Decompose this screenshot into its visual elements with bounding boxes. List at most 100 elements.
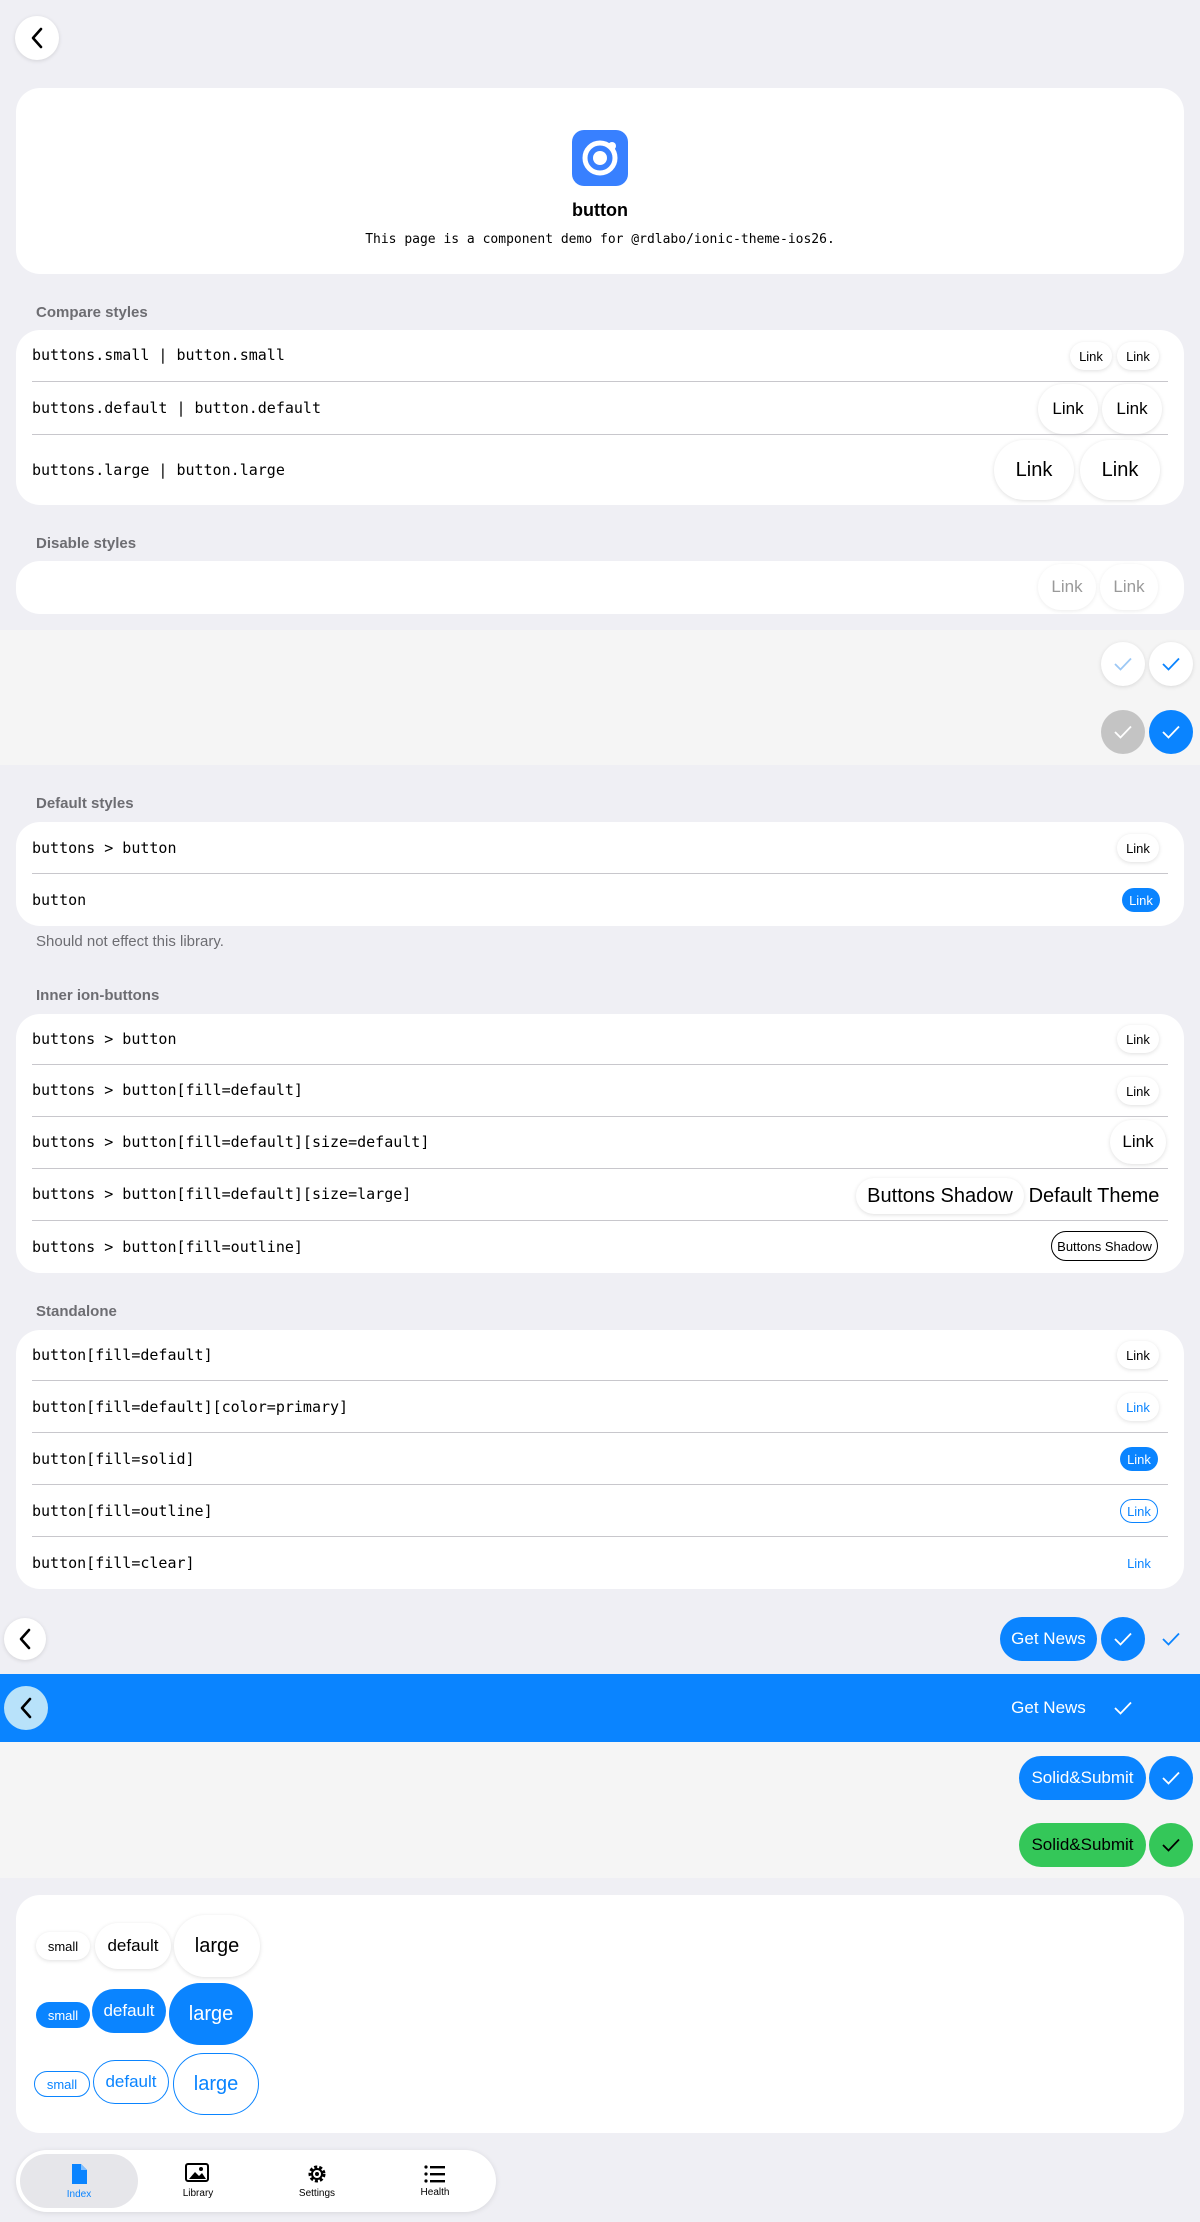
inner-buttons-card: buttons > button Link buttons > button[f… (16, 1014, 1184, 1273)
solid-submit-button-success[interactable]: Solid&Submit (1019, 1823, 1146, 1867)
link-button-solid[interactable]: Link (1120, 1447, 1158, 1471)
back-button[interactable] (15, 16, 59, 60)
row-label: button[fill=clear] (32, 1554, 195, 1572)
checkmark-icon (1162, 725, 1180, 739)
row-label: buttons > button[fill=default] (32, 1081, 303, 1099)
section-title-compare: Compare styles (36, 304, 148, 321)
large-button-solid[interactable]: large (169, 1983, 253, 2045)
document-icon (72, 2163, 87, 2184)
default-styles-note: Should not effect this library. (36, 933, 224, 950)
default-button-outline[interactable]: default (93, 2060, 169, 2104)
checkmark-button[interactable] (1149, 642, 1193, 686)
large-button[interactable]: large (174, 1915, 260, 1977)
row-label: buttons > button (32, 839, 177, 857)
checkmark-button-clear[interactable] (1101, 1686, 1145, 1730)
default-theme-button[interactable]: Default Theme (1024, 1178, 1164, 1214)
tab-index[interactable]: Index (20, 2154, 138, 2208)
size-demo-card: small default large small default large … (16, 1895, 1184, 2133)
small-button-solid[interactable]: small (36, 2002, 90, 2028)
outline-button[interactable]: Buttons Shadow (1051, 1231, 1158, 1261)
chevron-left-icon (31, 27, 43, 49)
checkmark-button-disabled[interactable] (1101, 710, 1145, 754)
row-label: buttons > button (32, 1030, 177, 1048)
row-label: button[fill=solid] (32, 1450, 195, 1468)
section-title-default: Default styles (36, 795, 134, 812)
link-button-outline[interactable]: Link (1120, 1499, 1158, 1523)
link-button[interactable]: Link (1117, 1077, 1159, 1105)
disabled-link-button[interactable]: Link (1038, 564, 1096, 610)
solid-submit-button[interactable]: Solid&Submit (1019, 1756, 1146, 1800)
row-label: buttons > button[fill=default][size=larg… (32, 1185, 412, 1203)
tab-settings[interactable]: Settings (258, 2154, 376, 2208)
gear-icon (308, 2165, 326, 2183)
divider (32, 1220, 1168, 1221)
toolbar-primary: Get News (0, 1674, 1200, 1742)
divider (32, 873, 1168, 874)
link-button-clear[interactable]: Link (1120, 1551, 1158, 1575)
checkmark-button-success[interactable] (1149, 1823, 1193, 1867)
link-button[interactable]: Link (1038, 384, 1098, 434)
divider (32, 1380, 1168, 1381)
small-button[interactable]: small (36, 1932, 90, 1960)
buttons-shadow-button[interactable]: Buttons Shadow (856, 1178, 1024, 1214)
divider (32, 1484, 1168, 1485)
row-label: buttons.small | button.small (32, 346, 285, 364)
link-button[interactable]: Link (994, 440, 1074, 500)
link-button-solid[interactable]: Link (1122, 888, 1160, 912)
link-button[interactable]: Link (1110, 1120, 1166, 1164)
divider (32, 1432, 1168, 1433)
checkmark-button-solid[interactable] (1149, 710, 1193, 754)
row-label: button[fill=default] (32, 1346, 213, 1364)
row-label: buttons.default | button.default (32, 399, 321, 417)
toolbar-back-button[interactable] (4, 1618, 46, 1660)
checkmark-button-solid[interactable] (1101, 1617, 1145, 1661)
tab-health[interactable]: Health (376, 2154, 494, 2208)
checkmark-icon (1162, 1632, 1180, 1646)
divider (32, 1536, 1168, 1537)
row-label: buttons > button[fill=outline] (32, 1238, 303, 1256)
get-news-button[interactable]: Get News (1000, 1617, 1097, 1661)
toolbar-plain: Get News (0, 1606, 1200, 1674)
checkmark-icon (1162, 657, 1180, 671)
page-description: This page is a component demo for @rdlab… (365, 232, 835, 247)
link-button[interactable]: Link (1070, 342, 1112, 370)
tab-library[interactable]: Library (139, 2154, 257, 2208)
header-card: button This page is a component demo for… (16, 88, 1184, 274)
standalone-card: button[fill=default] Link button[fill=de… (16, 1330, 1184, 1589)
small-button-outline[interactable]: small (34, 2071, 90, 2097)
images-icon (185, 2163, 209, 2182)
divider (32, 1064, 1168, 1065)
disable-card: Link Link (16, 561, 1184, 614)
tab-label: Health (420, 2187, 450, 2198)
page-title: button (572, 200, 628, 220)
link-button[interactable]: Link (1117, 834, 1159, 862)
link-button-primary[interactable]: Link (1117, 1393, 1159, 1421)
checkmark-button-light[interactable] (1101, 642, 1145, 686)
divider (32, 1168, 1168, 1169)
link-button[interactable]: Link (1080, 440, 1160, 500)
chevron-left-icon (20, 1697, 32, 1719)
row-label: button[fill=outline] (32, 1502, 213, 1520)
checkmark-button-solid[interactable] (1149, 1756, 1193, 1800)
compare-card: buttons.small | button.small Link Link b… (16, 330, 1184, 505)
toolbar-back-button[interactable] (4, 1686, 48, 1730)
row-label: buttons.large | button.large (32, 461, 285, 479)
checkmark-button-clear[interactable] (1149, 1617, 1193, 1661)
row-label: button[fill=default][color=primary] (32, 1398, 349, 1416)
default-button[interactable]: default (95, 1923, 171, 1969)
disabled-link-button[interactable]: Link (1100, 564, 1158, 610)
large-button-outline[interactable]: large (173, 2053, 259, 2115)
default-button-solid[interactable]: default (92, 1989, 166, 2033)
divider (32, 381, 1168, 382)
link-button[interactable]: Link (1117, 1025, 1159, 1053)
list-icon (424, 2165, 445, 2183)
icon-toolbar-band (0, 630, 1200, 765)
default-styles-card: buttons > button Link button Link (16, 822, 1184, 926)
get-news-button[interactable]: Get News (1000, 1686, 1097, 1730)
link-button[interactable]: Link (1117, 1341, 1159, 1369)
checkmark-icon (1162, 1771, 1180, 1785)
link-button[interactable]: Link (1102, 384, 1162, 434)
tab-bar: Index Library Settings Health (16, 2150, 496, 2212)
chevron-left-icon (19, 1628, 31, 1650)
link-button[interactable]: Link (1117, 342, 1159, 370)
